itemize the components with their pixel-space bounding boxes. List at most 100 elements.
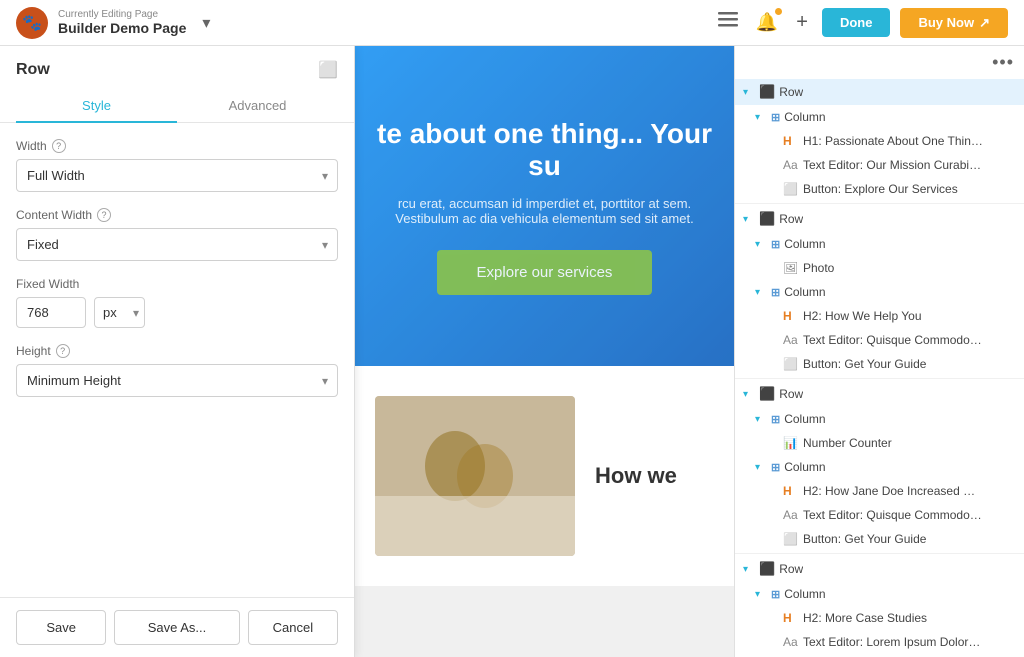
layers-icon-button[interactable] <box>714 8 742 37</box>
tree-label-col-6: Column <box>784 587 825 601</box>
chevron-col-6: ▾ <box>755 589 767 600</box>
height-select[interactable]: Minimum Height Full Height Custom Height <box>16 364 338 397</box>
btn-icon-2: ⬜ <box>783 357 799 371</box>
tree-row-text-4[interactable]: Aa Text Editor: Lorem Ipsum Dolor Sit Am… <box>735 630 1024 654</box>
height-field-group: Height ? Minimum Height Full Height Cust… <box>16 344 338 397</box>
fixed-width-field-group: Fixed Width px % em ▾ <box>16 277 338 328</box>
row-icon-2: ⬛ <box>759 211 775 227</box>
row-icon-1: ⬛ <box>759 84 775 100</box>
tree-label-text-3: Text Editor: Quisque Commodo Id Mi Non P… <box>803 508 983 522</box>
right-panel-header: ••• <box>735 46 1024 79</box>
top-bar: 🐾 Currently Editing Page Builder Demo Pa… <box>0 0 1024 46</box>
h2-icon-1: H <box>783 309 799 323</box>
hero-text: te about one thing... Your su <box>355 118 734 182</box>
notifications-button[interactable]: 🔔 <box>752 8 782 37</box>
tree-row-row-1[interactable]: ▾ ⬛ Row <box>735 79 1024 105</box>
width-select-wrapper: Full Width Custom Width ▾ <box>16 159 338 192</box>
tree-row-btn-2[interactable]: ⬜ Button: Get Your Guide <box>735 352 1024 376</box>
title-group: Currently Editing Page Builder Demo Page <box>58 9 186 36</box>
fixed-width-label: Fixed Width <box>16 277 338 291</box>
height-help-icon[interactable]: ? <box>56 344 70 358</box>
tree-row-h2-1[interactable]: H H2: How We Help You <box>735 304 1024 328</box>
tree-label-text-2: Text Editor: Quisque Commodo Id Mi Non P… <box>803 333 983 347</box>
panel-expand-button[interactable]: ⬜ <box>318 60 338 80</box>
tree-row-col-4[interactable]: ▾ ⊞ Column <box>735 407 1024 431</box>
tree-row-h1-1[interactable]: H H1: Passionate About One Thing... Your… <box>735 129 1024 153</box>
tree-label-h2-2: H2: How Jane Doe Increased Site Conversi… <box>803 484 983 498</box>
width-select[interactable]: Full Width Custom Width <box>16 159 338 192</box>
cancel-button[interactable]: Cancel <box>248 610 338 645</box>
chevron-col-5: ▾ <box>755 462 767 473</box>
hero-section: te about one thing... Your su rcu erat, … <box>355 46 734 366</box>
hero-cta-button[interactable]: Explore our services <box>437 250 653 295</box>
tree-label-row-2: Row <box>779 212 803 226</box>
chevron-row-2: ▾ <box>743 214 755 225</box>
text-icon-2: Aa <box>783 333 799 347</box>
hero-sub: rcu erat, accumsan id imperdiet et, port… <box>355 196 734 226</box>
row-icon-4: ⬛ <box>759 561 775 577</box>
panel-body: Width ? Full Width Custom Width ▾ Conten… <box>0 123 354 597</box>
width-help-icon[interactable]: ? <box>52 139 66 153</box>
tree-row-h2-2[interactable]: H H2: How Jane Doe Increased Site Conver… <box>735 479 1024 503</box>
tree-row-text-3[interactable]: Aa Text Editor: Quisque Commodo Id Mi No… <box>735 503 1024 527</box>
tab-style[interactable]: Style <box>16 90 177 123</box>
fixed-width-input[interactable] <box>16 297 86 328</box>
more-options-button[interactable]: ••• <box>992 52 1014 73</box>
tree-label-col-1: Column <box>784 110 825 124</box>
tree-row-photo-1[interactable]: 🖼 Photo <box>735 256 1024 280</box>
tree-row-btn-3[interactable]: ⬜ Button: Get Your Guide <box>735 527 1024 551</box>
tree-row-h2-3[interactable]: H H2: More Case Studies <box>735 606 1024 630</box>
tree-label-h1-1: H1: Passionate About One Thing... Your S… <box>803 134 983 148</box>
chevron-col-3: ▾ <box>755 287 767 298</box>
col-icon-4: ⊞ <box>771 413 780 426</box>
btn-icon-3: ⬜ <box>783 532 799 546</box>
content-width-help-icon[interactable]: ? <box>97 208 111 222</box>
chevron-row-3: ▾ <box>743 389 755 400</box>
tree-label-btn-1: Button: Explore Our Services <box>803 182 958 196</box>
tree-row-col-2[interactable]: ▾ ⊞ Column <box>735 232 1024 256</box>
tree-row-text-1[interactable]: Aa Text Editor: Our Mission Curabitur Ar… <box>735 153 1024 177</box>
tree-row-text-2[interactable]: Aa Text Editor: Quisque Commodo Id Mi No… <box>735 328 1024 352</box>
done-button[interactable]: Done <box>822 8 891 37</box>
content-width-select-wrapper: Fixed Full Width ▾ <box>16 228 338 261</box>
tree-row-col-5[interactable]: ▾ ⊞ Column <box>735 455 1024 479</box>
tree-label-row-1: Row <box>779 85 803 99</box>
unit-select-wrapper: px % em ▾ <box>94 297 145 328</box>
tree-label-btn-2: Button: Get Your Guide <box>803 357 926 371</box>
buy-now-button[interactable]: Buy Now ↗ <box>900 8 1008 38</box>
content-width-select[interactable]: Fixed Full Width <box>16 228 338 261</box>
chevron-row-1: ▾ <box>743 87 755 98</box>
page-dropdown-button[interactable]: ▾ <box>196 11 216 35</box>
lower-section: How we <box>355 366 734 586</box>
width-field-group: Width ? Full Width Custom Width ▾ <box>16 139 338 192</box>
h2-icon-2: H <box>783 484 799 498</box>
add-button[interactable]: + <box>792 7 812 38</box>
tab-advanced[interactable]: Advanced <box>177 90 338 123</box>
tree-row-col-6[interactable]: ▾ ⊞ Column <box>735 582 1024 606</box>
tree-row-row-2[interactable]: ▾ ⬛ Row <box>735 206 1024 232</box>
save-as-button[interactable]: Save As... <box>114 610 239 645</box>
unit-select[interactable]: px % em <box>94 297 145 328</box>
tree-label-text-4: Text Editor: Lorem Ipsum Dolor Sit Amet,… <box>803 635 983 649</box>
tree-label-counter: Number Counter <box>803 436 892 450</box>
panel-footer: Save Save As... Cancel <box>0 597 354 657</box>
fixed-width-row: px % em ▾ <box>16 297 338 328</box>
lower-text: How we <box>595 463 677 489</box>
tree-label-h2-3: H2: More Case Studies <box>803 611 927 625</box>
main-layout: Row ⬜ Style Advanced Width ? Full Width … <box>0 46 1024 657</box>
col-icon-6: ⊞ <box>771 588 780 601</box>
tree-container: ▾ ⬛ Row ▾ ⊞ Column H H1: Passionate Abou… <box>735 79 1024 654</box>
tree-row-col-1[interactable]: ▾ ⊞ Column <box>735 105 1024 129</box>
tree-row-btn-1[interactable]: ⬜ Button: Explore Our Services <box>735 177 1024 201</box>
chevron-col-4: ▾ <box>755 414 767 425</box>
height-label: Height ? <box>16 344 338 358</box>
tree-label-h2-1: H2: How We Help You <box>803 309 922 323</box>
lower-photo <box>375 396 575 556</box>
tree-row-row-3[interactable]: ▾ ⬛ Row <box>735 381 1024 407</box>
tree-row-row-4[interactable]: ▾ ⬛ Row <box>735 556 1024 582</box>
col-icon-5: ⊞ <box>771 461 780 474</box>
tree-row-col-3[interactable]: ▾ ⊞ Column <box>735 280 1024 304</box>
top-bar-right: 🔔 + Done Buy Now ↗ <box>714 7 1008 38</box>
tree-row-counter[interactable]: 📊 Number Counter <box>735 431 1024 455</box>
save-button[interactable]: Save <box>16 610 106 645</box>
